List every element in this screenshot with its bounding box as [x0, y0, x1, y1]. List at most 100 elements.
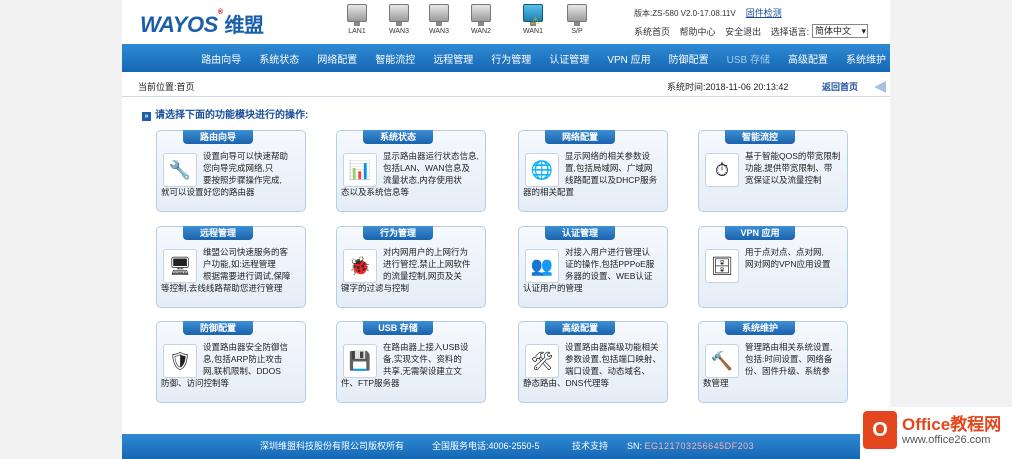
module-title[interactable]: 认证管理	[545, 226, 615, 240]
module-title[interactable]: 路由向导	[183, 130, 253, 144]
maintenance-icon[interactable]: 🔨	[705, 344, 739, 378]
monitor-icon	[567, 4, 587, 26]
top-links: 系统首页 帮助中心 安全退出 选择语言:	[634, 25, 816, 38]
description-line: 备,实现文件、资料的	[383, 354, 462, 364]
description-line: 数管理	[703, 378, 729, 388]
bullet-icon: »	[142, 112, 151, 121]
help-center-link[interactable]: 帮助中心	[680, 27, 716, 37]
description-line: 流量状态,内存使用状	[383, 175, 462, 185]
description-line: 包括:时间设置、网络备	[745, 354, 833, 364]
description-line: 您向导完成网络,只	[203, 163, 274, 173]
module-title[interactable]: 系统维护	[725, 321, 795, 335]
description-line: 设置路由器高级功能相关	[565, 342, 659, 352]
office-logo-icon: O	[863, 411, 897, 449]
nav-usb-storage[interactable]: USB 存储	[727, 51, 770, 66]
module-card[interactable]: VPN 应用 🗄 用于点对点、点对网, 网对网的VPN应用设置	[698, 226, 848, 308]
module-card[interactable]: USB 存储 💾 在路由器上接入USB设 备,实现文件、资料的 共享,无需架设建立文 件、…	[336, 321, 486, 403]
back-arrow-icon[interactable]	[874, 81, 886, 93]
nav-system-maintenance[interactable]: 系统维护	[846, 51, 886, 66]
description-line: 管理路由相关系统设置,	[745, 342, 833, 352]
port-wan3-indicator: WAN3	[424, 4, 454, 35]
description-line: 包括LAN、WAN信息及	[383, 163, 471, 173]
globe-icon[interactable]: 🌐	[525, 153, 559, 187]
service-phone: 全国服务电话:4006-2550-5	[432, 441, 540, 451]
warning-icon: ⚠	[531, 16, 540, 27]
usb-disk-icon[interactable]: 💾	[343, 344, 377, 378]
module-card[interactable]: 远程管理 🖥 维盟公司快速服务的客 户功能,如:远程管理 根据需要进行调试,保障 等控制,…	[156, 226, 306, 308]
description-line: 线路配置以及DHCP服务	[565, 175, 658, 185]
nav-smart-qos[interactable]: 智能流控	[375, 51, 415, 66]
office-watermark: O Office教程网 www.office26.com	[860, 407, 1024, 459]
shield-icon[interactable]: 🛡	[163, 344, 197, 378]
status-chart-icon[interactable]: 📊	[343, 153, 377, 187]
description-line: 对接入用户进行管理认	[565, 247, 651, 257]
module-card[interactable]: 路由向导 🔧 设置向导可以快速帮助 您向导完成网络,只 要按照步骤操作完成, 就可以设置好…	[156, 130, 306, 212]
module-card[interactable]: 智能流控 ⏱ 基于智能QOS的带宽限制 功能,提供带宽限制、带 宽保证以及流量控制	[698, 130, 848, 212]
tools-icon[interactable]: 🛠	[525, 344, 559, 378]
module-title[interactable]: 系统状态	[363, 130, 433, 144]
nav-behavior-management[interactable]: 行为管理	[491, 51, 531, 66]
module-description: 显示网络的相关参数设 置,包括局域网、广域网 线路配置以及DHCP服务	[565, 150, 665, 186]
module-description: 基于智能QOS的带宽限制 功能,提供带宽限制、带 宽保证以及流量控制	[745, 150, 845, 186]
port-lan1-indicator: LAN1	[342, 4, 372, 35]
module-card[interactable]: 系统状态 📊 显示路由器运行状态信息, 包括LAN、WAN信息及 流量状态,内存使用状态…	[336, 130, 486, 212]
module-title[interactable]: 防御配置	[183, 321, 253, 335]
nav-auth-management[interactable]: 认证管理	[549, 51, 589, 66]
module-title[interactable]: 智能流控	[725, 130, 795, 144]
module-description: 管理路由相关系统设置, 包括:时间设置、网络备 份、固件升级、系统参	[745, 341, 845, 377]
nav-defense-config[interactable]: 防御配置	[669, 51, 709, 66]
module-card[interactable]: 行为管理 🐞 对内网用户的上网行为 进行管控,禁止上网软件 的流量控制,网页及关 键字的过…	[336, 226, 486, 308]
description-line: 器的相关配置	[523, 187, 575, 197]
module-card[interactable]: 网络配置 🌐 显示网络的相关参数设 置,包括局域网、广域网 线路配置以及DHCP服务 器的…	[518, 130, 668, 212]
meter-icon[interactable]: ⏱	[705, 153, 739, 187]
remote-pc-icon[interactable]: 🖥	[163, 249, 197, 283]
module-card[interactable]: 系统维护 🔨 管理路由相关系统设置, 包括:时间设置、网络备 份、固件升级、系统参数管理	[698, 321, 848, 403]
nav-vpn[interactable]: VPN 应用	[607, 51, 650, 66]
module-card[interactable]: 高级配置 🛠 设置路由器高级功能相关 参数设置,包括端口映射、 端口设置、动态域名、 静态…	[518, 321, 668, 403]
serial-number: SN: EG121703256645DF203	[627, 441, 755, 451]
description-line: 份、固件升级、系统参	[745, 366, 831, 376]
module-title[interactable]: 远程管理	[183, 226, 253, 240]
nav-network-config[interactable]: 网络配置	[317, 51, 357, 66]
ladybug-icon[interactable]: 🐞	[343, 249, 377, 283]
home-link[interactable]: 系统首页	[634, 27, 670, 37]
port-label: WAN3	[389, 28, 409, 35]
description-line: 显示路由器运行状态信息,	[383, 151, 479, 161]
firmware-check-link[interactable]: 固件检测	[746, 8, 782, 18]
module-title[interactable]: 网络配置	[545, 130, 615, 144]
version-info: 版本:ZS-580 V2.0-17.08.11V 固件检测	[634, 8, 782, 18]
description-line: 基于智能QOS的带宽限制	[745, 151, 841, 161]
module-title[interactable]: 高级配置	[545, 321, 615, 335]
module-title[interactable]: VPN 应用	[725, 226, 795, 240]
module-card[interactable]: 防御配置 🛡 设置路由器安全防御信 息,包括ARP防止攻击 网,联机限制、DDOS 防御、…	[156, 321, 306, 403]
nav-route-wizard[interactable]: 路由向导	[201, 51, 241, 66]
vertical-scrollbar[interactable]	[1012, 0, 1024, 459]
module-description: 在路由器上接入USB设 备,实现文件、资料的 共享,无需架设建立文	[383, 341, 483, 377]
logout-link[interactable]: 安全退出	[725, 27, 761, 37]
main-nav: 路由向导 系统状态 网络配置 智能流控 远程管理 行为管理 认证管理 VPN 应…	[122, 44, 890, 72]
description-line: 网对网的VPN应用设置	[745, 259, 831, 269]
description-line: 息,包括ARP防止攻击	[203, 354, 283, 364]
module-card[interactable]: 认证管理 👥 对接入用户进行管理认 证的操作,包括PPPoE服 务器的设置、WEB认证认…	[518, 226, 668, 308]
users-icon[interactable]: 👥	[525, 249, 559, 283]
wrench-keys-icon[interactable]: 🔧	[163, 153, 197, 187]
current-location: 当前位置:首页	[138, 82, 195, 92]
port-label: WAN1	[523, 28, 543, 35]
description-line: 户功能,如:远程管理	[203, 259, 276, 269]
description-line: 设置路由器安全防御信	[203, 342, 289, 352]
monitor-icon	[429, 4, 449, 26]
description-line: 功能,提供带宽限制、带	[745, 163, 833, 173]
language-select[interactable]: 简体中文	[812, 24, 868, 38]
module-title[interactable]: 行为管理	[363, 226, 433, 240]
nav-advanced-config[interactable]: 高级配置	[788, 51, 828, 66]
footer: 深圳维盟科技股份有限公司版权所有 全国服务电话:4006-2550-5 技术支持…	[122, 434, 890, 459]
description-line: 端口设置、动态域名、	[565, 366, 651, 376]
back-home-link[interactable]: 返回首页	[822, 79, 858, 95]
nav-remote-management[interactable]: 远程管理	[433, 51, 473, 66]
module-title[interactable]: USB 存储	[363, 321, 433, 335]
description-line: 认证用户的管理	[523, 283, 583, 293]
module-description: 显示路由器运行状态信息, 包括LAN、WAN信息及 流量状态,内存使用状	[383, 150, 483, 186]
nav-system-status[interactable]: 系统状态	[259, 51, 299, 66]
server-icon[interactable]: 🗄	[705, 249, 739, 283]
tech-support-link[interactable]: 技术支持	[572, 434, 608, 459]
